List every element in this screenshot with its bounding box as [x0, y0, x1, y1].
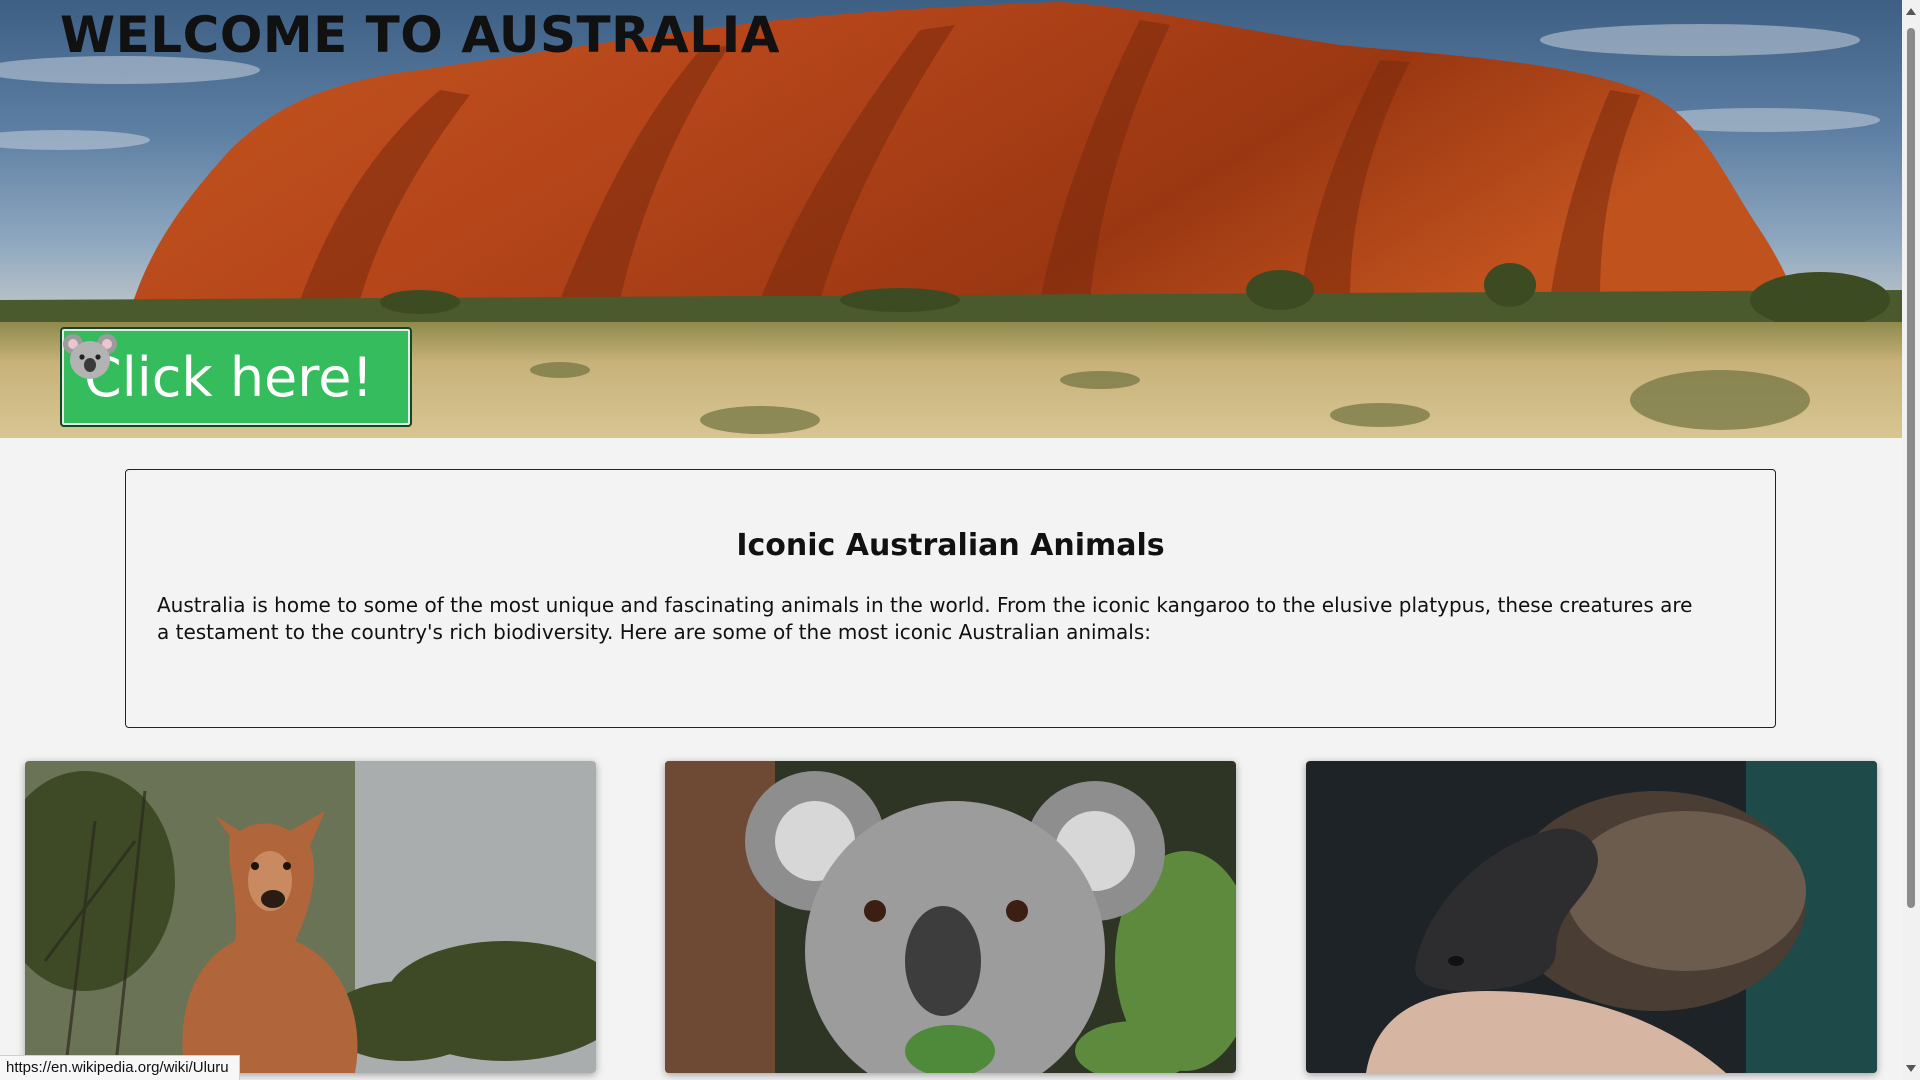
section-heading: Iconic Australian Animals [736, 528, 1165, 563]
kangaroo-card[interactable] [25, 761, 596, 1073]
vertical-scrollbar[interactable] [1902, 0, 1920, 1080]
scroll-up-arrow-icon[interactable] [1906, 8, 1916, 15]
intro-card: Iconic Australian Animals Australia is h… [125, 469, 1776, 728]
click-here-label: Click here! [84, 345, 374, 409]
koala-image [665, 761, 1236, 1073]
koala-card[interactable] [665, 761, 1236, 1073]
page-title: WELCOME TO AUSTRALIA [60, 6, 780, 64]
scroll-down-arrow-icon[interactable] [1906, 1065, 1916, 1072]
intro-paragraph: Australia is home to some of the most un… [157, 593, 1693, 644]
platypus-image [1306, 761, 1877, 1073]
platypus-card[interactable] [1306, 761, 1877, 1073]
scrollbar-thumb[interactable] [1907, 28, 1915, 908]
kangaroo-image [25, 761, 596, 1073]
click-here-button[interactable]: Click here! [60, 327, 412, 427]
status-bar-url: https://en.wikipedia.org/wiki/Uluru [0, 1055, 240, 1080]
hero-banner: WELCOME TO AUSTRALIA Click here! [0, 0, 1902, 438]
koala-icon [63, 334, 117, 379]
